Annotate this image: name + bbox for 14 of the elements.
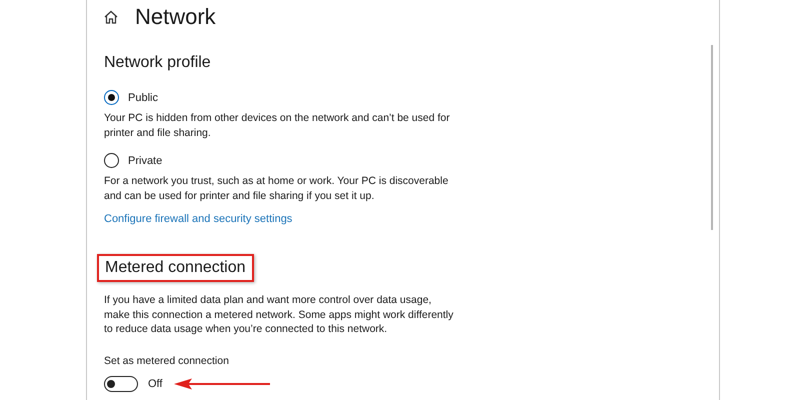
option-description: Your PC is hidden from other devices on the network and can’t be used for printer and file sharing.: [104, 111, 451, 141]
option-description: For a network you trust, such as at home or work. Your PC is discoverable and can be used for printer and file sharing if you set it up.: [104, 174, 450, 204]
toggle-state: Off: [148, 376, 162, 390]
page-title: Network: [135, 6, 216, 28]
settings-link[interactable]: Configure firewall and security settings: [104, 212, 292, 227]
section-heading: Metered connection: [105, 258, 246, 278]
home-icon[interactable]: [104, 10, 118, 24]
section-description: If you have a limited data plan and want more control over data usage, make this connection a metered network. Some apps might work differently to reduce data usage when you’re connected to this network.: [104, 293, 454, 336]
radio-button[interactable]: Private: [104, 153, 162, 168]
section-heading: Network profile: [104, 53, 212, 73]
scrollbar-thumb[interactable]: [711, 45, 713, 230]
toggle-label: Set as metered connection: [104, 354, 229, 368]
toggle-switch[interactable]: [104, 376, 138, 392]
radio-button[interactable]: Public: [104, 90, 158, 105]
